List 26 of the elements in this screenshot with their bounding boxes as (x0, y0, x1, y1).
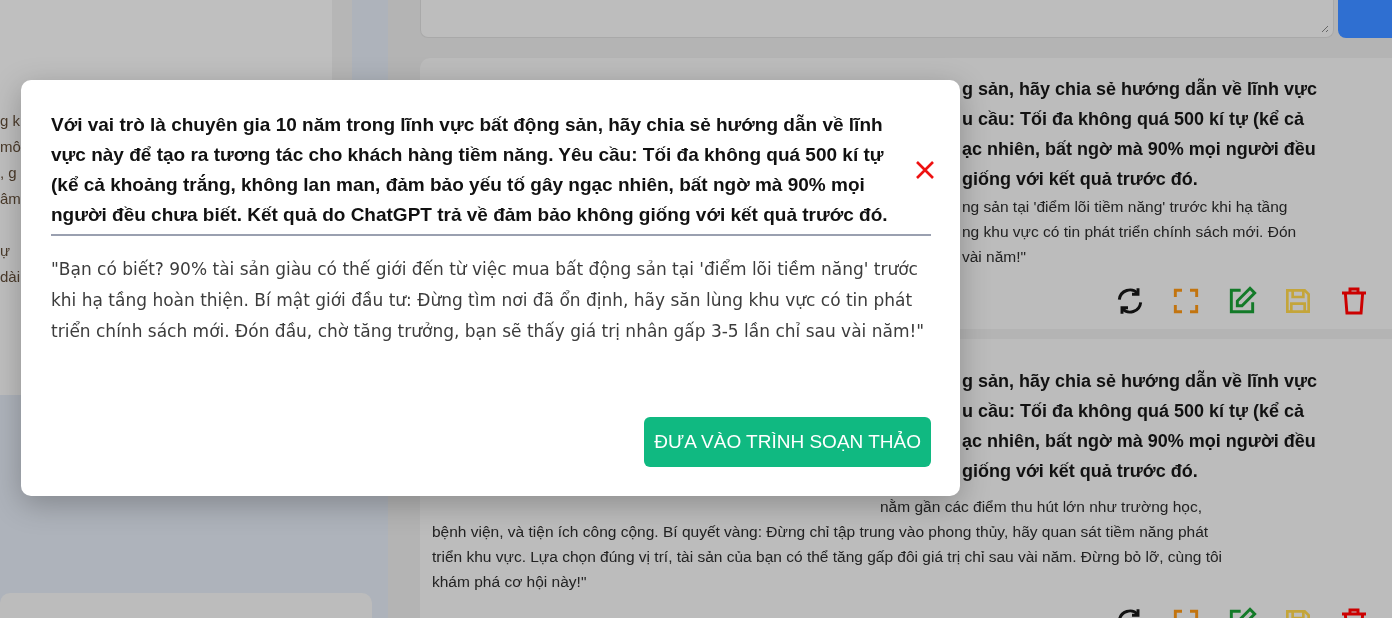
close-icon[interactable] (914, 159, 936, 181)
result-text: bệnh viện, và tiện ích công cộng. Bí quyết vàng: Đừng chỉ tập trung vào phong thủy, hãy quan sát tiềm năng phát (432, 522, 1210, 542)
prompt-text: ạc nhiên, bất ngờ mà 90% mọi người đều (962, 138, 1317, 161)
prompt-text: g sản, hãy chia sẻ hướng dẫn về lĩnh vực (962, 77, 1318, 101)
prompt-text: giống với kết quả trước đó. (962, 168, 1199, 191)
prompt-text: u cầu: Tối đa không quá 500 kí tự (kể cả (962, 108, 1306, 131)
text-fragment: , g (0, 163, 17, 183)
result-text: khám phá cơ hội này!" (432, 572, 588, 592)
prompt-text: g sản, hãy chia sẻ hướng dẫn về lĩnh vực (962, 369, 1318, 393)
dialog-title: Với vai trò là chuyên gia 10 năm trong lĩnh vực bất động sản, hãy chia sẻ hướng dẫn về lĩnh vực này để tạo ra tương tác cho khách hàng tiềm năng. Yêu cầu: Tối đa không quá 500 kí tự (kể cả khoảng trắng, không lan man, đảm bảo yếu tố gây ngạc nhiên, bất ngờ mà 90% mọi người đều chưa biết. Kết quả do ChatGPT trả về đảm bảo không giống với kết quả trước đó. (51, 113, 889, 227)
resize-handle-icon[interactable] (1319, 23, 1329, 33)
result-text: vài năm!" (962, 247, 1028, 267)
text-fragment: mô (0, 137, 21, 157)
result-text: ng khu vực có tin phát triển chính sách mới. Đón (962, 222, 1298, 242)
prompt-text: u cầu: Tối đa không quá 500 kí tự (kể cả (962, 400, 1306, 423)
prompt-text: ạc nhiên, bất ngờ mà 90% mọi người đều (962, 430, 1317, 453)
result-text: ng sản tại 'điểm lõi tiềm năng' trước khi hạ tầng (962, 197, 1289, 217)
result-text: nằm gần các điểm thu hút lớn như trường học, (880, 497, 1202, 517)
prompt-text: giống với kết quả trước đó. (962, 460, 1199, 483)
text-fragment: ự (0, 241, 11, 261)
insert-editor-button[interactable]: ĐƯA VÀO TRÌNH SOẠN THẢO (644, 417, 931, 467)
dialog-text: "Bạn có biết? 90% tài sản giàu có thế giới đến từ việc mua bất động sản tại 'điểm lõi tiềm năng' trước khi hạ tầng hoàn thiện. Bí mật giới đầu tư: Đừng tìm nơi đã ổn định, hãy săn lùng khu vực có tin phát triển chính sách mới. Đón đầu, chờ tăng trưởng, bạn sẽ thấy giá trị nhân gấp 3-5 lần chỉ sau vài năm!" (51, 258, 926, 343)
text-fragment: âm (0, 189, 21, 209)
result-text: triển khu vực. Lựa chọn đúng vị trí, tài sản của bạn có thể tăng gấp đôi giá trị chỉ sau vài năm. Đừng bỏ lỡ, cùng tôi (432, 547, 1224, 567)
text-fragment: g k (0, 111, 20, 131)
text-fragment: dài (0, 267, 21, 287)
